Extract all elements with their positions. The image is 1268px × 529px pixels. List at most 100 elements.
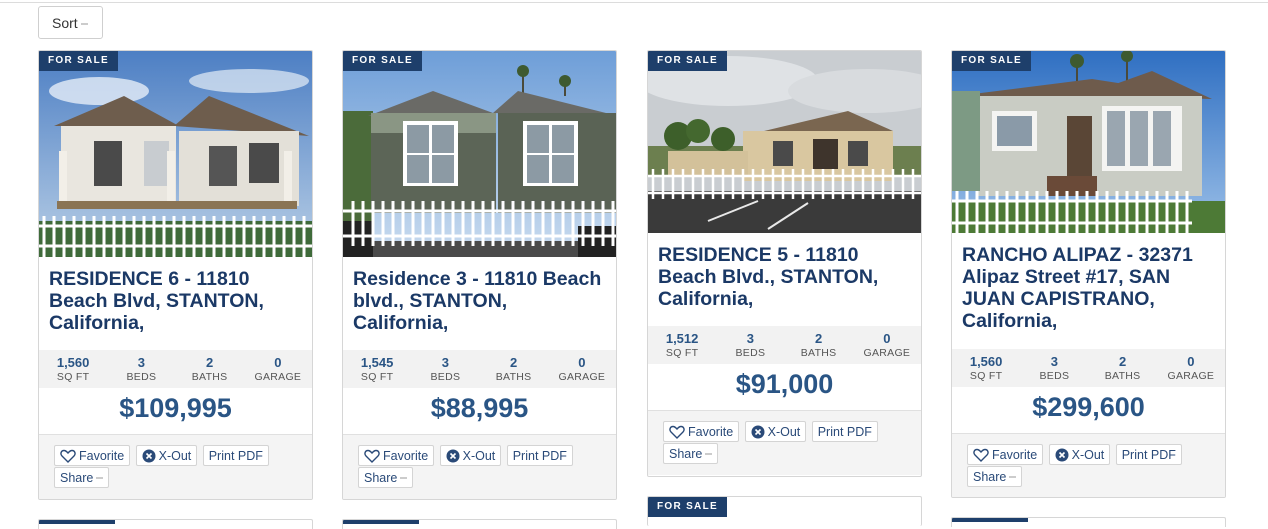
sort-button[interactable]: Sort [38,6,103,39]
dropdown-caret-icon [1009,475,1017,478]
beds-label: BEDS [430,371,461,383]
listing-card-partial[interactable] [951,517,1226,527]
beds-value: 3 [1050,354,1058,369]
listing-stats: 1,560 SQ FT 3 BEDS 2 BATHS 0 GARAGE [952,349,1225,387]
top-divider [0,2,1268,3]
baths-label: BATHS [800,347,837,359]
sqft-value: 1,560 [56,355,90,370]
baths-label: BATHS [1104,370,1141,382]
heart-icon [669,425,685,439]
xout-button[interactable]: X-Out [439,445,502,466]
listing-actions: Favorite X-Out Print PDF Share [39,434,312,499]
sqft-value: 1,512 [665,331,699,346]
print-pdf-label: Print PDF [817,424,872,439]
garage-label: GARAGE [558,371,606,383]
listing-price: $109,995 [119,393,232,423]
listing-card[interactable]: FOR SALE RESIDENCE 6 - 11810 Beach Blvd,… [38,50,313,500]
stat-beds: 3 BEDS [1020,349,1088,387]
favorite-button[interactable]: Favorite [54,445,131,466]
listing-actions: Favorite X-Out Print PDF Share [952,433,1225,497]
share-button[interactable]: Share [54,467,110,488]
xout-label: X-Out [1071,447,1105,462]
stat-garage: 0 GARAGE [853,326,921,364]
share-button[interactable]: Share [967,466,1023,487]
xout-label: X-Out [767,424,801,439]
favorite-button[interactable]: Favorite [967,444,1044,465]
listing-stats: 1,545 SQ FT 3 BEDS 2 BATHS 0 GARAGE [343,350,616,388]
heart-icon [973,448,989,462]
favorite-button[interactable]: Favorite [358,445,435,466]
stat-baths: 2 BATHS [1089,349,1157,387]
listing-card-partial[interactable] [38,519,313,529]
dropdown-caret-icon [80,23,88,25]
listing-card[interactable]: FOR SALE RESIDENCE 5 - 11810 Beach Blvd.… [647,50,922,477]
share-label: Share [364,470,398,485]
listing-stats: 1,560 SQ FT 3 BEDS 2 BATHS 0 GARAGE [39,350,312,388]
listing-photo[interactable]: FOR SALE [39,51,312,257]
sqft-label: SQ FT [56,371,90,383]
house-photo-image [952,51,1225,233]
favorite-label: Favorite [383,448,429,463]
beds-value: 3 [441,355,449,370]
listing-card-partial[interactable]: FOR SALE [647,496,922,526]
beds-value: 3 [137,355,145,370]
dropdown-caret-icon [96,476,104,479]
share-label: Share [669,446,703,461]
for-sale-badge-partial [952,518,1028,522]
xout-button[interactable]: X-Out [744,421,807,442]
house-photo-image [39,51,312,257]
stat-sqft: 1,545 SQ FT [343,350,411,388]
favorite-button[interactable]: Favorite [663,421,740,442]
listing-card[interactable]: FOR SALE Residence 3 - 11810 Beach blvd.… [342,50,617,500]
for-sale-badge: FOR SALE [39,51,118,71]
print-pdf-button[interactable]: Print PDF [1115,444,1182,465]
stat-beds: 3 BEDS [411,350,479,388]
for-sale-badge: FOR SALE [648,51,727,71]
heart-icon [364,449,380,463]
listing-photo[interactable]: FOR SALE [952,51,1225,233]
listing-price: $299,600 [1032,392,1145,422]
house-photo-image [648,51,921,233]
listing-title[interactable]: Residence 3 - 11810 Beach blvd., STANTON… [343,257,616,350]
x-circle-icon [142,449,156,462]
stat-baths: 2 BATHS [480,350,548,388]
for-sale-badge: FOR SALE [343,51,422,71]
share-button[interactable]: Share [663,443,719,464]
dropdown-caret-icon [705,452,713,455]
stat-beds: 3 BEDS [107,350,175,388]
print-pdf-button[interactable]: Print PDF [506,445,573,466]
baths-value: 2 [510,355,518,370]
print-pdf-button[interactable]: Print PDF [202,445,269,466]
x-circle-icon [1055,448,1069,461]
listing-photo[interactable]: FOR SALE [343,51,616,257]
stat-beds: 3 BEDS [716,326,784,364]
listing-photo[interactable]: FOR SALE [648,51,921,233]
sqft-value: 1,545 [360,355,394,370]
listing-price: $88,995 [430,393,529,423]
listing-actions: Favorite X-Out Print PDF Share [343,434,616,499]
stat-sqft: 1,560 SQ FT [39,350,107,388]
garage-value: 0 [274,355,282,370]
sqft-label: SQ FT [969,370,1003,382]
print-pdf-label: Print PDF [512,448,567,463]
print-pdf-button[interactable]: Print PDF [811,421,878,442]
share-label: Share [60,470,94,485]
sqft-label: SQ FT [360,371,394,383]
favorite-label: Favorite [688,424,734,439]
baths-value: 2 [1119,354,1127,369]
share-button[interactable]: Share [358,467,414,488]
print-pdf-label: Print PDF [1121,447,1176,462]
xout-button[interactable]: X-Out [1048,444,1111,465]
listing-title[interactable]: RANCHO ALIPAZ - 32371 Alipaz Street #17,… [952,233,1225,349]
garage-label: GARAGE [254,371,302,383]
listing-stats: 1,512 SQ FT 3 BEDS 2 BATHS 0 GARAGE [648,326,921,364]
for-sale-badge: FOR SALE [648,497,727,517]
for-sale-badge-partial [343,520,419,524]
heart-icon [60,449,76,463]
listing-card[interactable]: FOR SALE RANCHO ALIPAZ - 32371 Alipaz St… [951,50,1226,498]
listing-title[interactable]: RESIDENCE 5 - 11810 Beach Blvd., STANTON… [648,233,921,326]
beds-label: BEDS [1039,370,1070,382]
listing-title[interactable]: RESIDENCE 6 - 11810 Beach Blvd, STANTON,… [39,257,312,350]
listing-card-partial[interactable] [342,519,617,529]
xout-button[interactable]: X-Out [135,445,198,466]
